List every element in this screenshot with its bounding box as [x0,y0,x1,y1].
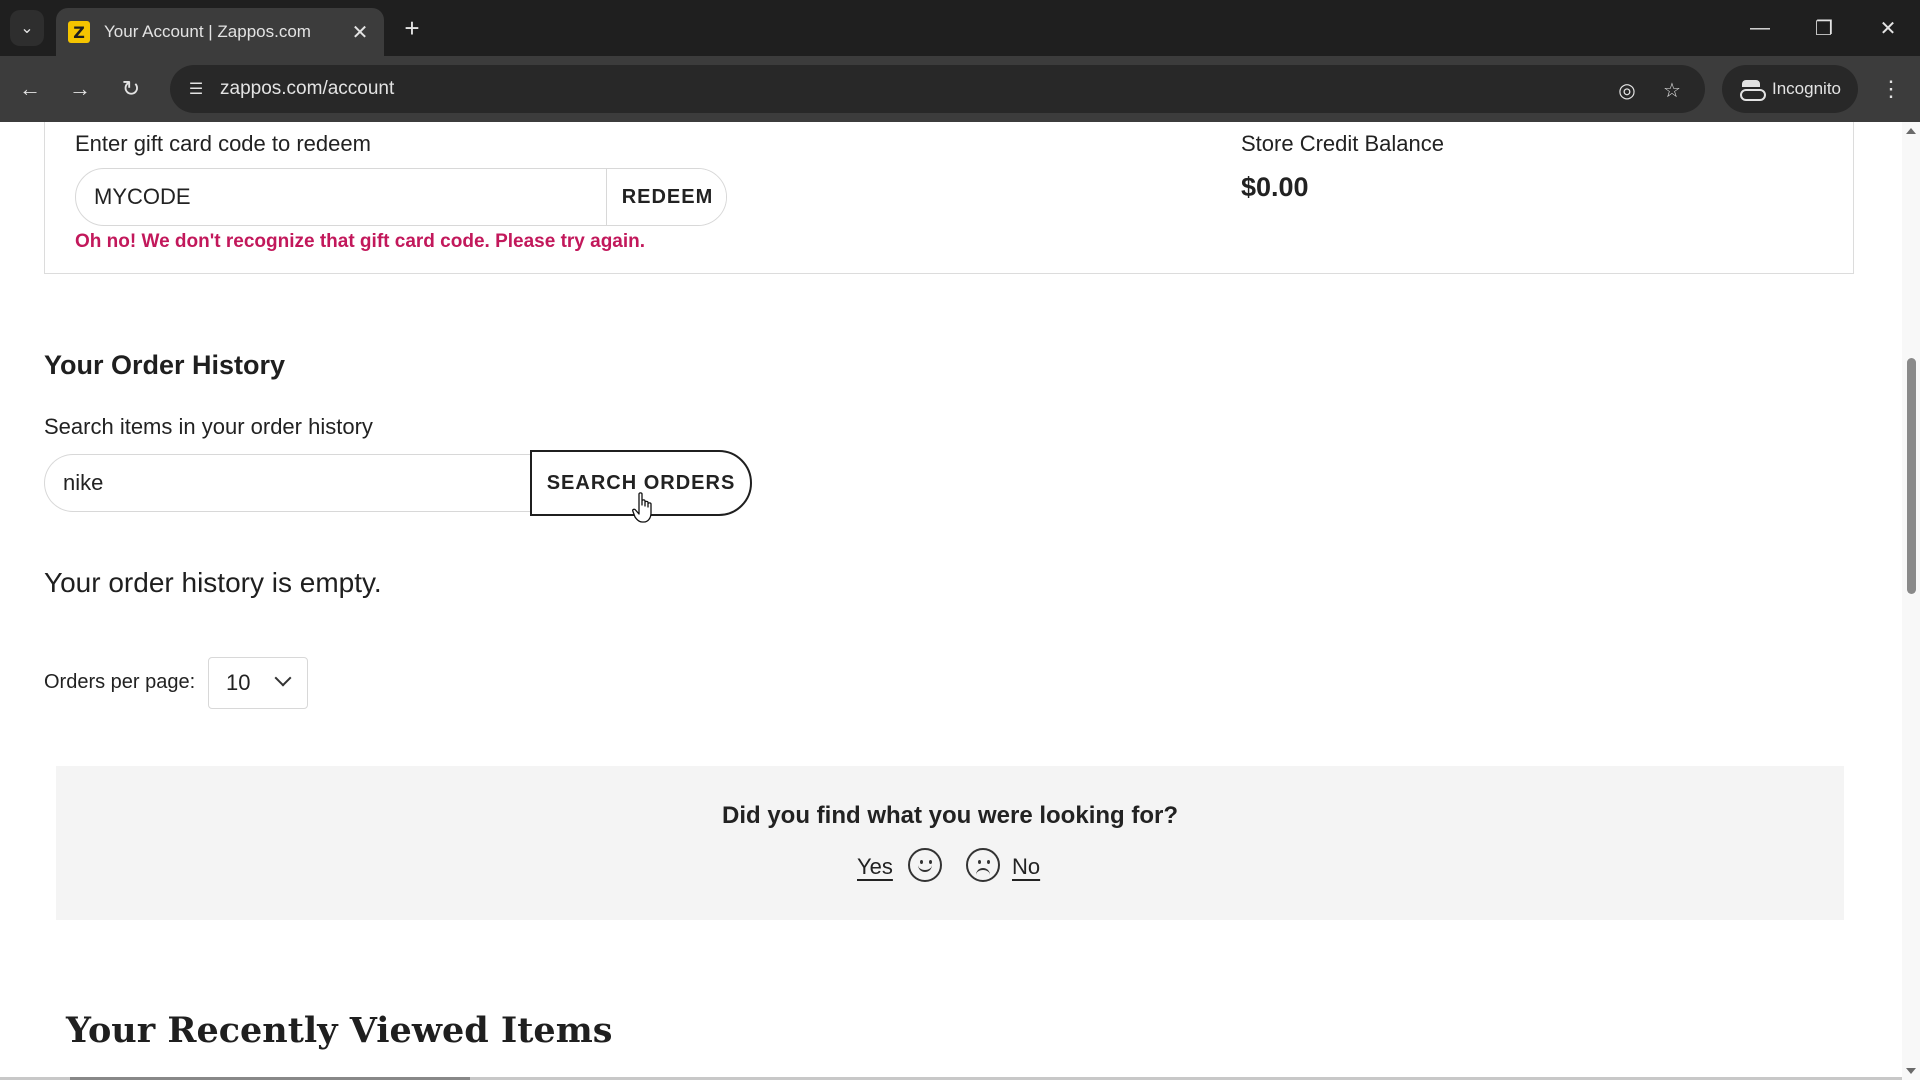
gift-card-input-group: REDEEM [75,168,727,226]
gift-card-label: Enter gift card code to redeem [75,131,371,156]
orders-per-page-value: 10 [226,670,251,695]
incognito-label: Incognito [1772,79,1841,98]
site-info-icon[interactable]: ☰ [182,75,210,103]
recently-viewed-heading: Your Recently Viewed Items [66,1010,613,1051]
back-icon[interactable]: ← [12,71,48,107]
plus-icon[interactable]: + [396,12,428,44]
address-bar[interactable]: ☰ zappos.com/account ◎ ☆ [170,65,1705,113]
orders-per-page-select[interactable]: 10 [208,657,308,709]
minimize-icon[interactable]: — [1736,8,1784,48]
order-search-input[interactable] [44,454,530,512]
feedback-no-link[interactable]: No [1012,854,1040,880]
store-credit-label: Store Credit Balance [1241,131,1444,156]
gift-card-error-message: Oh no! We don't recognize that gift card… [75,231,646,252]
incognito-badge[interactable]: Incognito [1722,65,1858,113]
gift-card-panel: Enter gift card code to redeem REDEEM Oh… [44,122,1854,274]
page-scrollbar[interactable] [1902,122,1920,1080]
close-window-icon[interactable]: ✕ [1864,8,1912,48]
frown-icon[interactable] [966,848,1000,882]
order-history-empty-message: Your order history is empty. [44,567,382,598]
redeem-button[interactable]: REDEEM [606,169,726,225]
order-search-label: Search items in your order history [44,414,373,439]
hand-cursor-icon [632,492,652,523]
feedback-yes-link[interactable]: Yes [857,854,893,880]
url-text[interactable]: zappos.com/account [220,78,394,100]
forward-icon[interactable]: → [62,71,98,107]
scroll-up-arrow-icon[interactable] [1906,128,1916,134]
restore-icon[interactable]: ❐ [1800,8,1848,48]
browser-tab-bar: ⌄ Z Your Account | Zappos.com ✕ + — ❐ ✕ [0,0,1920,56]
feedback-panel: Did you find what you were looking for? … [56,766,1844,920]
page-content: Enter gift card code to redeem REDEEM Oh… [0,122,1902,1080]
star-icon[interactable]: ☆ [1657,75,1687,105]
chevron-down-icon [274,669,292,687]
close-icon[interactable]: ✕ [348,20,372,45]
store-credit-value: $0.00 [1241,172,1309,202]
scroll-down-arrow-icon[interactable] [1906,1068,1916,1074]
incognito-icon [1740,80,1766,101]
zappos-favicon: Z [68,21,90,43]
order-history-heading: Your Order History [44,350,286,380]
feedback-question: Did you find what you were looking for? [722,802,1178,829]
more-vert-icon[interactable]: ⋮ [1876,71,1906,107]
orders-per-page-label: Orders per page: [44,671,196,693]
scrollbar-thumb[interactable] [1907,358,1916,594]
browser-tab[interactable]: Z Your Account | Zappos.com ✕ [56,8,384,56]
smile-icon[interactable] [908,848,942,882]
browser-toolbar: ← → ↻ ☰ zappos.com/account ◎ ☆ Incognito… [0,56,1920,122]
reload-icon[interactable]: ↻ [113,71,149,107]
eye-off-icon[interactable]: ◎ [1612,75,1642,105]
tab-title: Your Account | Zappos.com [104,22,311,41]
tab-list-icon[interactable]: ⌄ [10,10,44,46]
gift-card-code-input[interactable] [76,169,606,225]
